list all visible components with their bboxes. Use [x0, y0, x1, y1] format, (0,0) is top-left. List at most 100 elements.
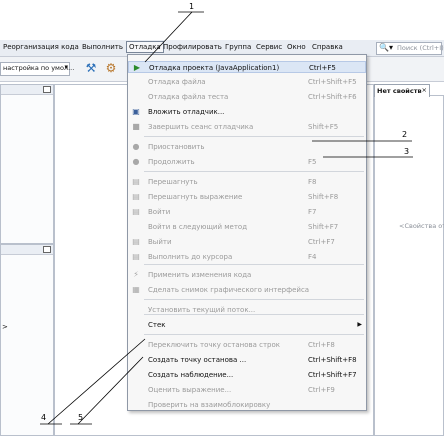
menu-item-shortcut: Ctrl+Shift+F7 [308, 371, 357, 379]
menu-item-shortcut: Ctrl+Shift+F6 [308, 93, 357, 101]
menu-item[interactable]: ▤ Выполнить до курсора F4 [128, 251, 366, 263]
callout-5: 5 [78, 413, 84, 422]
minimize-icon[interactable] [43, 246, 51, 253]
menu-item[interactable]: Стек ▶ [128, 319, 366, 331]
step-into-icon: ▤ [132, 207, 140, 216]
close-icon[interactable]: × [422, 86, 427, 94]
menu-item-label: Завершить сеанс отладчика [148, 123, 254, 131]
menu-item[interactable]: ● Продолжить F5 [128, 156, 366, 168]
submenu-arrow-icon: ▶ [357, 321, 362, 328]
menu-item-label: Перешагнуть выражение [148, 193, 243, 201]
menu-item[interactable]: ■ Завершить сеанс отладчика Shift+F5 [128, 121, 366, 133]
navigator-panel: > [0, 244, 54, 436]
menu-item-shortcut: Shift+F8 [308, 193, 339, 201]
callout-4: 4 [41, 413, 47, 422]
menu-profile[interactable]: Профилировать [163, 43, 222, 51]
menu-item-shortcut: Shift+F7 [308, 223, 339, 231]
projects-panel [0, 84, 54, 244]
minimize-icon[interactable] [43, 86, 51, 93]
config-combo[interactable]: настройка по умол... ▾ [0, 62, 74, 76]
menu-item[interactable]: Оценить выражение... Ctrl+F9 [128, 384, 366, 396]
menu-item-label: Отладка файла теста [148, 93, 229, 101]
menu-debug[interactable]: Отладка [126, 41, 164, 53]
menu-item-label: Установить текущий поток... [148, 306, 256, 314]
step-over-icon: ▤ [132, 177, 140, 186]
search-input[interactable]: 🔍▾ Поиск (Ctrl+I) [376, 42, 444, 55]
menu-item[interactable]: ● Приостановить [128, 141, 366, 153]
step-out-icon: ▤ [132, 237, 140, 246]
callout-2: 2 [402, 130, 408, 139]
step-over-expression-icon: ▤ [132, 192, 140, 201]
menu-item-shortcut: Ctrl+Shift+F5 [308, 78, 357, 86]
menu-item-label: Продолжить [148, 158, 195, 166]
menu-item-label: Создать наблюдение... [148, 371, 234, 379]
menu-item[interactable]: ▶ Отладка проекта (JavaApplication1) Ctrl+… [128, 61, 366, 73]
panel-header [1, 245, 53, 255]
menu-item[interactable]: Создать наблюдение... Ctrl+Shift+F7 [128, 369, 366, 381]
menu-item-label: Сделать снимок графического интерфейса [148, 286, 310, 294]
menu-item-label: Войти [148, 208, 171, 216]
menu-item-shortcut: F4 [308, 253, 317, 261]
menu-refactor[interactable]: Реорганизация кода [3, 43, 79, 51]
menu-separator [144, 171, 364, 172]
menu-item[interactable]: Установить текущий поток... [128, 304, 366, 316]
debug-menu: ▶ Отладка проекта (JavaApplication1) Ctrl+… [127, 54, 367, 411]
run-to-cursor-icon: ▤ [132, 252, 140, 261]
menu-item[interactable]: Отладка файла Ctrl+Shift+F5 [128, 76, 366, 88]
menu-item[interactable]: ▤ Перешагнуть выражение Shift+F8 [128, 191, 366, 203]
menu-help[interactable]: Справка [312, 43, 343, 51]
menu-item-label: Выполнить до курсора [148, 253, 233, 261]
menu-team[interactable]: Группа [225, 43, 251, 51]
menu-item-shortcut: Ctrl+F7 [308, 238, 335, 246]
menu-item-shortcut: Ctrl+Shift+F8 [308, 356, 357, 364]
menu-item-shortcut: Ctrl+F9 [308, 386, 335, 394]
menu-item-label: Отладка файла [148, 78, 206, 86]
menu-item[interactable]: ▤ Войти F7 [128, 206, 366, 218]
menu-item-label: Стек [148, 321, 166, 329]
search-placeholder: Поиск (Ctrl+I) [397, 44, 444, 52]
apply-changes-icon: ⚡ [133, 270, 139, 279]
menu-window[interactable]: Окно [287, 43, 306, 51]
menu-separator [144, 136, 364, 137]
menu-separator [144, 334, 364, 335]
menu-item-shortcut: F8 [308, 178, 317, 186]
menu-separator [144, 264, 364, 265]
menu-item[interactable]: ▣ Вложить отладчик... [128, 106, 366, 118]
menu-item-label: Создать точку останова ... [148, 356, 247, 364]
menu-item[interactable]: Отладка файла теста Ctrl+Shift+F6 [128, 91, 366, 103]
properties-hint: <Свойства от [399, 222, 444, 230]
menu-item-shortcut: F5 [308, 158, 317, 166]
hammer-icon[interactable]: ⚒ [84, 61, 98, 75]
attach-debugger-icon: ▣ [132, 107, 140, 116]
debug-project-icon: ▶ [133, 63, 141, 72]
menu-item-label: Проверить на взаимоблокировку [148, 401, 271, 409]
menu-item[interactable]: Переключить точку останова строк Ctrl+F8 [128, 339, 366, 351]
callout-1: 1 [189, 2, 195, 11]
menu-item[interactable]: Войти в следующий метод Shift+F7 [128, 221, 366, 233]
properties-tab[interactable]: Нет свойств × [374, 84, 430, 97]
properties-tab-label: Нет свойств [377, 87, 422, 95]
menu-item-label: Приостановить [148, 143, 205, 151]
menu-item-label: Выйти [148, 238, 172, 246]
panel-header [1, 85, 53, 95]
menu-separator [144, 299, 364, 300]
menu-item[interactable]: ▦ Сделать снимок графического интерфейса [128, 284, 366, 296]
menu-item-label: Перешагнуть [148, 178, 198, 186]
menu-item[interactable]: Создать точку останова ... Ctrl+Shift+F8 [128, 354, 366, 366]
tree-marker: > [2, 323, 8, 331]
menu-item[interactable]: ▤ Выйти Ctrl+F7 [128, 236, 366, 248]
menu-item[interactable]: Проверить на взаимоблокировку [128, 399, 366, 411]
chevron-down-icon: ▾ [64, 63, 68, 71]
menu-item[interactable]: ▤ Перешагнуть F8 [128, 176, 366, 188]
menu-tools[interactable]: Сервис [256, 43, 282, 51]
snapshot-icon: ▦ [132, 285, 140, 294]
callout-3: 3 [404, 147, 410, 156]
pause-icon: ● [132, 142, 140, 151]
stop-icon: ■ [132, 122, 140, 131]
continue-icon: ● [132, 157, 140, 166]
menu-item[interactable]: ⚡ Применить изменения кода [128, 269, 366, 281]
clean-build-icon[interactable]: ⚙ [104, 61, 118, 75]
menu-item-label: Отладка проекта (JavaApplication1) [149, 64, 280, 72]
menu-item-shortcut: F7 [308, 208, 317, 216]
menu-run[interactable]: Выполнить [82, 43, 123, 51]
